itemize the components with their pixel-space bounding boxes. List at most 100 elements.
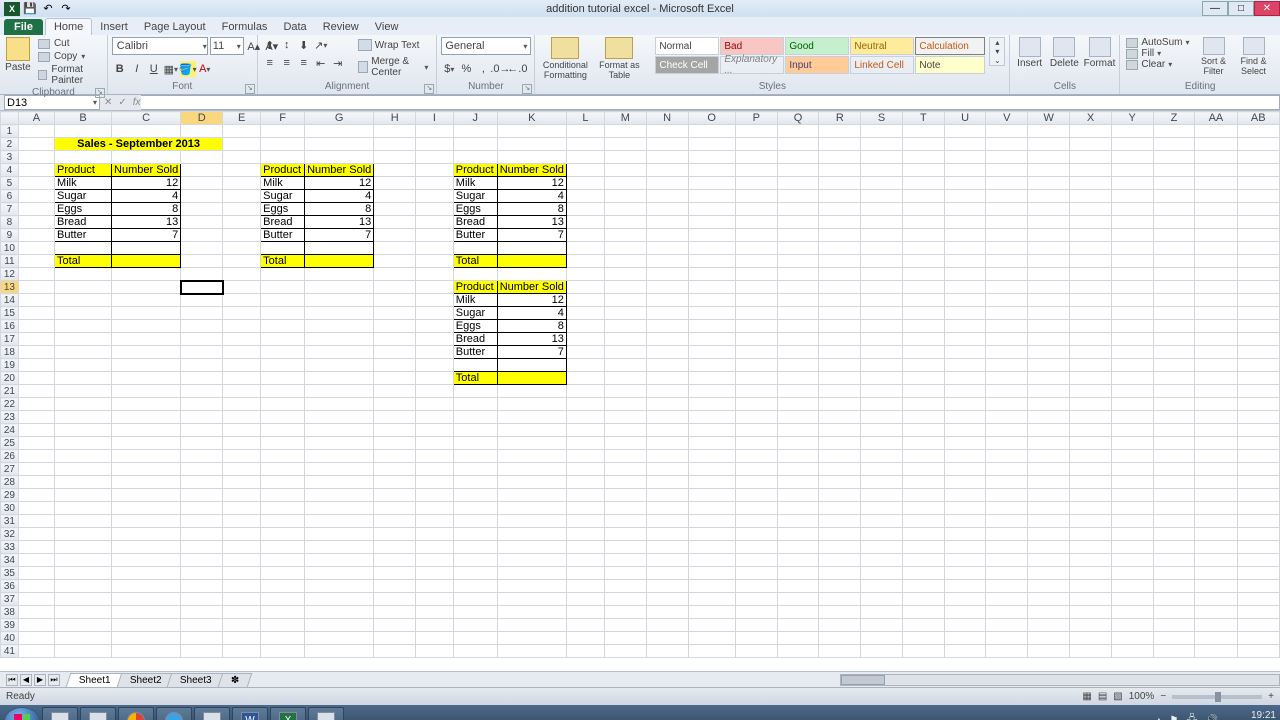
cell-E31[interactable] — [223, 515, 261, 528]
cell-T39[interactable] — [902, 619, 944, 632]
cell-H3[interactable] — [374, 151, 416, 164]
sort-filter-button[interactable]: Sort & Filter — [1196, 37, 1232, 76]
cell-D13[interactable] — [181, 281, 223, 294]
cell-L4[interactable] — [566, 164, 604, 177]
cell-T5[interactable] — [902, 177, 944, 190]
cell-D3[interactable] — [181, 151, 223, 164]
cell-I21[interactable] — [416, 385, 454, 398]
cell-W31[interactable] — [1028, 515, 1070, 528]
autosum-button[interactable]: AutoSum▾ — [1124, 37, 1191, 48]
cell-L33[interactable] — [566, 541, 604, 554]
row-header-38[interactable]: 38 — [1, 606, 19, 619]
cell-O26[interactable] — [688, 450, 735, 463]
cell-AB13[interactable] — [1237, 281, 1279, 294]
cell-S5[interactable] — [861, 177, 903, 190]
cell-M3[interactable] — [604, 151, 646, 164]
cell-S18[interactable] — [861, 346, 903, 359]
cell-Q16[interactable] — [777, 320, 819, 333]
tab-view[interactable]: View — [367, 19, 407, 35]
cell-K19[interactable] — [497, 359, 566, 372]
cell-D5[interactable] — [181, 177, 223, 190]
cell-Z29[interactable] — [1153, 489, 1195, 502]
cell-Z9[interactable] — [1153, 229, 1195, 242]
cell-K25[interactable] — [497, 437, 566, 450]
cell-S23[interactable] — [861, 411, 903, 424]
cell-M4[interactable] — [604, 164, 646, 177]
cell-V20[interactable] — [986, 372, 1028, 385]
cell-V18[interactable] — [986, 346, 1028, 359]
cell-H31[interactable] — [374, 515, 416, 528]
cell-G8[interactable]: 13 — [305, 216, 374, 229]
delete-cells-button[interactable]: Delete — [1049, 37, 1080, 69]
tab-data[interactable]: Data — [275, 19, 314, 35]
tray-up-icon[interactable]: ▴ — [1156, 715, 1161, 720]
cell-N25[interactable] — [646, 437, 688, 450]
cell-V29[interactable] — [986, 489, 1028, 502]
cell-X14[interactable] — [1070, 294, 1112, 307]
cell-R26[interactable] — [819, 450, 861, 463]
cell-A21[interactable] — [18, 385, 54, 398]
cell-Q21[interactable] — [777, 385, 819, 398]
cell-L22[interactable] — [566, 398, 604, 411]
cell-G17[interactable] — [305, 333, 374, 346]
cell-Y37[interactable] — [1111, 593, 1153, 606]
cell-S19[interactable] — [861, 359, 903, 372]
cell-M41[interactable] — [604, 645, 646, 658]
cell-M27[interactable] — [604, 463, 646, 476]
cell-C15[interactable] — [112, 307, 181, 320]
style-input[interactable]: Input — [785, 56, 849, 74]
cell-S3[interactable] — [861, 151, 903, 164]
cell-R20[interactable] — [819, 372, 861, 385]
cell-X24[interactable] — [1070, 424, 1112, 437]
cell-T41[interactable] — [902, 645, 944, 658]
cell-V25[interactable] — [986, 437, 1028, 450]
cell-Y18[interactable] — [1111, 346, 1153, 359]
cell-G35[interactable] — [305, 567, 374, 580]
cell-Y12[interactable] — [1111, 268, 1153, 281]
cell-O13[interactable] — [688, 281, 735, 294]
cell-W6[interactable] — [1028, 190, 1070, 203]
cell-I15[interactable] — [416, 307, 454, 320]
cell-J32[interactable] — [453, 528, 497, 541]
cell-J13[interactable]: Product — [453, 281, 497, 294]
cell-Q9[interactable] — [777, 229, 819, 242]
cell-G13[interactable] — [305, 281, 374, 294]
cell-B34[interactable] — [55, 554, 112, 567]
cell-Z23[interactable] — [1153, 411, 1195, 424]
cell-Y14[interactable] — [1111, 294, 1153, 307]
cell-AA25[interactable] — [1195, 437, 1237, 450]
cell-U14[interactable] — [944, 294, 986, 307]
cell-A6[interactable] — [18, 190, 54, 203]
style-check-cell[interactable]: Check Cell — [655, 56, 719, 74]
cell-P41[interactable] — [735, 645, 777, 658]
cell-J40[interactable] — [453, 632, 497, 645]
cell-X36[interactable] — [1070, 580, 1112, 593]
cell-H12[interactable] — [374, 268, 416, 281]
cell-U3[interactable] — [944, 151, 986, 164]
cell-V39[interactable] — [986, 619, 1028, 632]
row-header-22[interactable]: 22 — [1, 398, 19, 411]
cell-N7[interactable] — [646, 203, 688, 216]
cell-U28[interactable] — [944, 476, 986, 489]
cell-X18[interactable] — [1070, 346, 1112, 359]
cell-M24[interactable] — [604, 424, 646, 437]
cell-R7[interactable] — [819, 203, 861, 216]
cell-V33[interactable] — [986, 541, 1028, 554]
cell-T33[interactable] — [902, 541, 944, 554]
cell-I4[interactable] — [416, 164, 454, 177]
cell-C6[interactable]: 4 — [112, 190, 181, 203]
cell-G11[interactable] — [305, 255, 374, 268]
cell-R33[interactable] — [819, 541, 861, 554]
cell-AA34[interactable] — [1195, 554, 1237, 567]
cell-Z36[interactable] — [1153, 580, 1195, 593]
cell-U10[interactable] — [944, 242, 986, 255]
cell-E19[interactable] — [223, 359, 261, 372]
cell-P27[interactable] — [735, 463, 777, 476]
dialog-launcher-icon[interactable]: ↘ — [245, 84, 255, 94]
cell-AA27[interactable] — [1195, 463, 1237, 476]
cell-Q15[interactable] — [777, 307, 819, 320]
cell-B28[interactable] — [55, 476, 112, 489]
cell-O41[interactable] — [688, 645, 735, 658]
cell-P34[interactable] — [735, 554, 777, 567]
cell-K3[interactable] — [497, 151, 566, 164]
